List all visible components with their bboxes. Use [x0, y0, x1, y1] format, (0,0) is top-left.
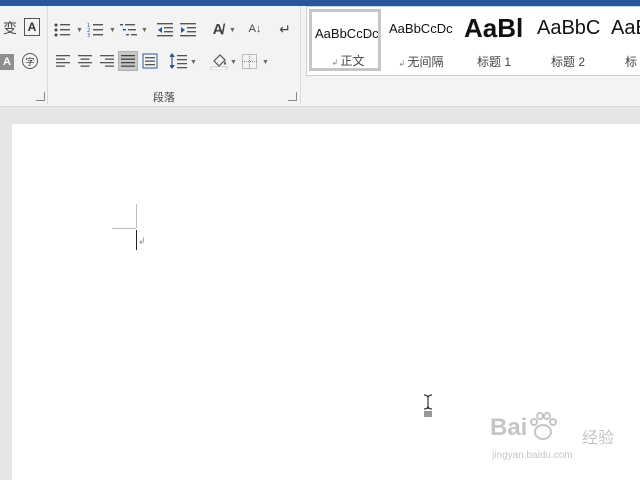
line-spacing-icon[interactable]	[170, 53, 188, 69]
group-separator	[47, 6, 48, 104]
styles-gallery: AaBbCcDc ↲ 正文 AaBbCcDc ↲ 无间隔 AaBl 标题 1 A…	[306, 6, 640, 76]
style-no-spacing-name: ↲ 无间隔	[385, 53, 457, 70]
style-no-spacing-preview: AaBbCcDc	[389, 21, 453, 36]
baidu-jingyan-watermark: Bai 经验 jingyan.baidu.com	[490, 410, 630, 470]
multilevel-dropdown-icon[interactable]: ▼	[141, 27, 148, 34]
numbering-icon[interactable]: 1 2 3	[87, 22, 107, 38]
watermark-url: jingyan.baidu.com	[492, 450, 573, 461]
character-shading-icon[interactable]: A	[0, 54, 14, 70]
borders-icon[interactable]	[242, 54, 257, 69]
phonetic-guide-icon[interactable]: 变	[2, 20, 18, 36]
watermark-suffix: 经验	[582, 430, 615, 447]
shading-dropdown-icon[interactable]: ▼	[230, 59, 237, 66]
paragraph-group-label: 段落	[153, 92, 175, 104]
font-dialog-launcher-icon[interactable]	[36, 92, 45, 101]
watermark-brand: Bai	[490, 414, 528, 441]
justify-button-selected[interactable]	[118, 51, 138, 71]
numbering-dropdown-icon[interactable]: ▼	[109, 27, 116, 34]
borders-dropdown-icon[interactable]: ▼	[262, 59, 269, 66]
style-heading-2-name: 标题 2	[550, 55, 585, 69]
baidu-paw-logo-icon	[530, 412, 557, 440]
align-right-icon[interactable]	[100, 55, 114, 67]
character-border-icon[interactable]: A	[24, 18, 40, 36]
group-separator	[300, 6, 301, 104]
style-heading-1[interactable]: AaBl 标题 1	[460, 9, 528, 71]
bullets-icon[interactable]	[54, 22, 74, 38]
text-caret	[136, 230, 137, 250]
multilevel-list-icon[interactable]	[120, 22, 140, 38]
i-beam-cursor-icon	[423, 394, 433, 417]
style-heading-1-preview: AaBl	[464, 13, 524, 43]
margin-crop-mark-vertical	[136, 204, 137, 228]
style-title[interactable]: AaB 标	[607, 9, 640, 71]
style-heading-2[interactable]: AaBbC 标题 2	[533, 9, 603, 71]
chinese-layout-icon[interactable]: A̸	[208, 20, 228, 38]
style-heading-1-name: 标题 1	[476, 55, 511, 69]
align-left-icon[interactable]	[56, 55, 70, 67]
chinese-layout-dropdown-icon[interactable]: ▼	[229, 27, 236, 34]
line-spacing-dropdown-icon[interactable]: ▼	[190, 59, 197, 66]
style-normal-label: 正文	[340, 54, 365, 68]
sort-icon[interactable]: A↓	[246, 20, 264, 38]
style-heading-2-preview: AaBbC	[537, 17, 601, 39]
svg-text:3: 3	[87, 33, 90, 38]
style-title-preview: AaB	[611, 17, 640, 39]
bullets-dropdown-icon[interactable]: ▼	[76, 27, 83, 34]
enclose-characters-icon[interactable]: 字	[22, 53, 38, 69]
style-no-spacing[interactable]: AaBbCcDc ↲ 无间隔	[385, 9, 457, 71]
style-normal[interactable]: AaBbCcDc ↲ 正文	[309, 9, 381, 71]
show-marks-icon[interactable]: ↵	[276, 20, 294, 38]
style-no-spacing-label: 无间隔	[407, 55, 444, 69]
paragraph-dialog-launcher-icon[interactable]	[288, 92, 297, 101]
margin-crop-mark-horizontal	[112, 228, 136, 229]
increase-indent-icon[interactable]	[180, 22, 198, 38]
paragraph-mark: ↲	[138, 236, 146, 246]
center-icon[interactable]	[78, 55, 92, 67]
style-title-name: 标	[625, 55, 638, 69]
shading-icon[interactable]	[210, 52, 228, 70]
justify-icon	[121, 55, 135, 67]
style-normal-preview: AaBbCcDc	[315, 26, 379, 41]
distributed-icon[interactable]	[142, 53, 158, 69]
style-normal-name: ↲ 正文	[312, 52, 378, 68]
decrease-indent-icon[interactable]	[157, 22, 175, 38]
